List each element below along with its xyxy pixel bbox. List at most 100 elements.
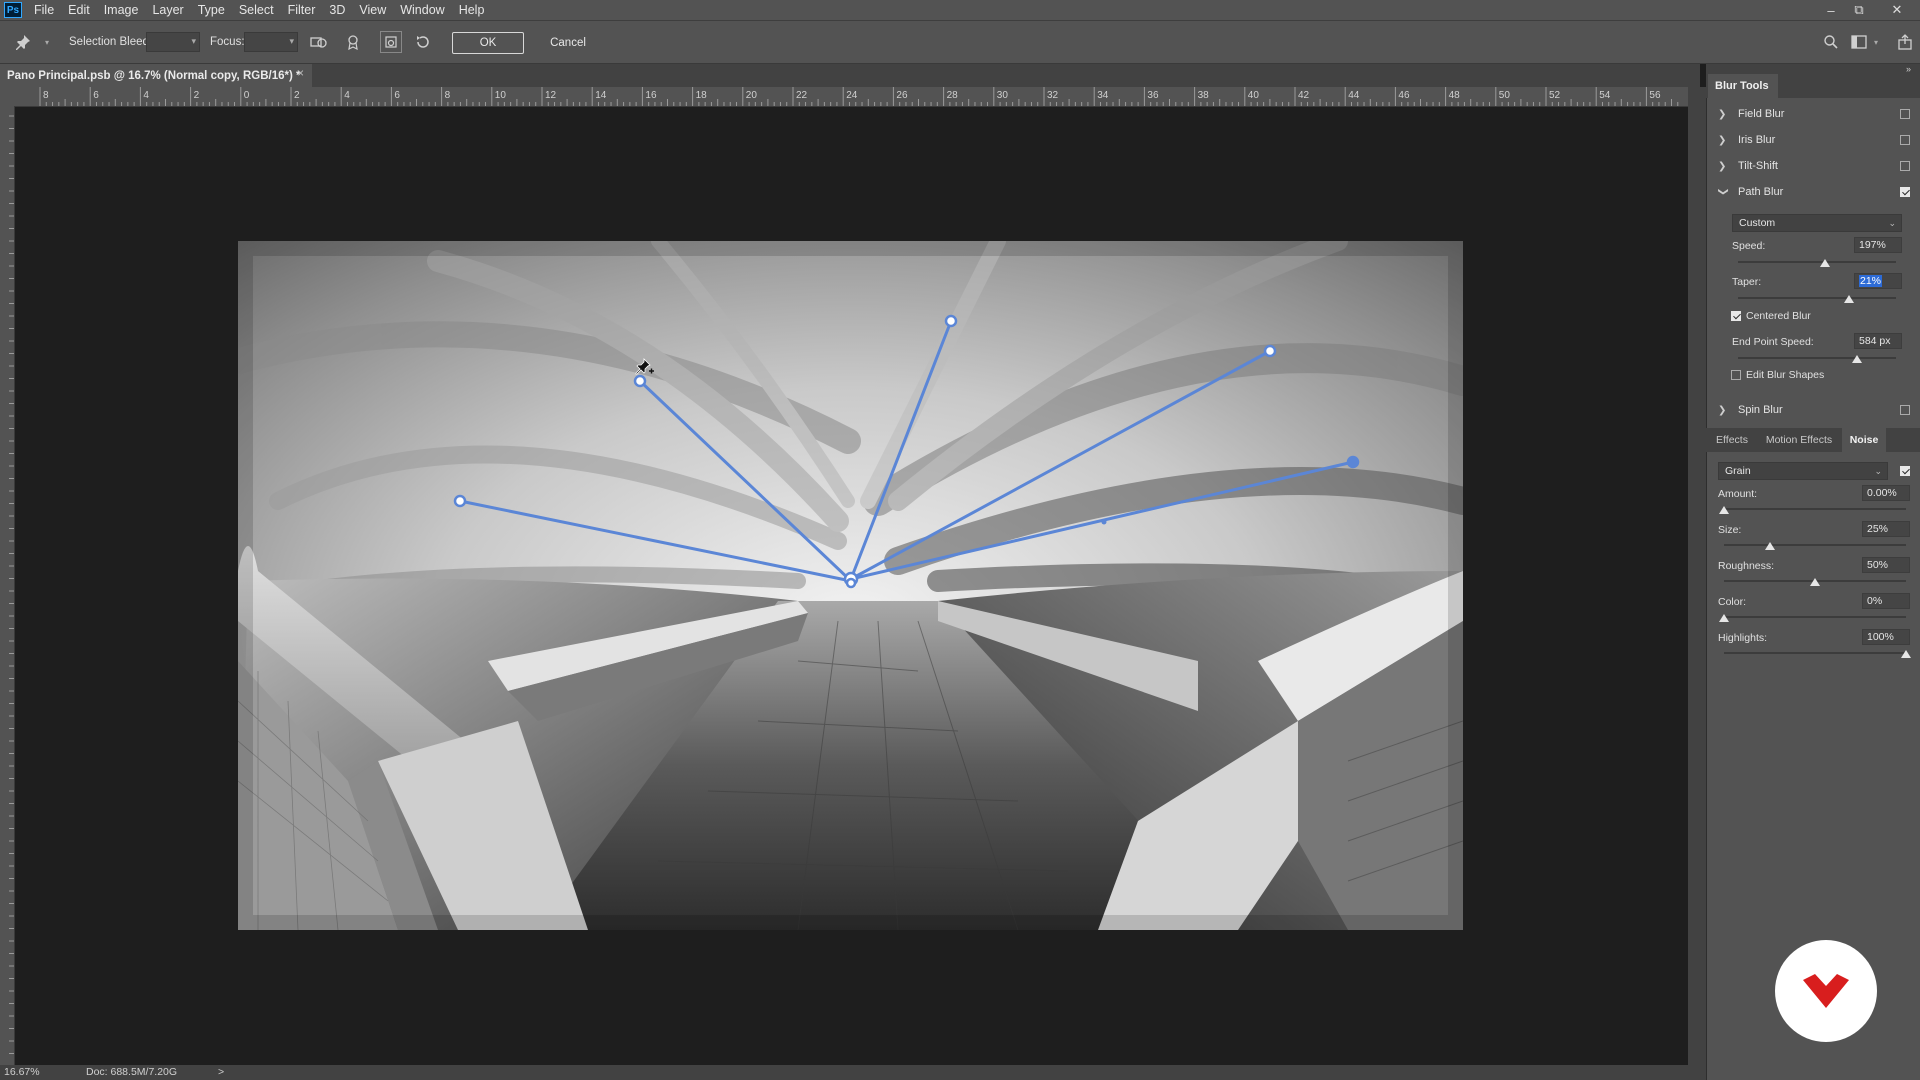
path-endpoint[interactable]: [944, 314, 958, 328]
focus-field[interactable]: ▾: [244, 32, 298, 52]
path-endpoint[interactable]: [453, 494, 467, 508]
menu-select[interactable]: Select: [239, 3, 274, 17]
field-blur-checkbox[interactable]: [1900, 109, 1910, 119]
high-quality-icon[interactable]: [342, 31, 364, 53]
noise-type-select[interactable]: Grain ⌄: [1718, 462, 1888, 480]
workspace-caret-icon[interactable]: ▾: [1870, 31, 1882, 53]
roughness-input[interactable]: 50%: [1862, 557, 1910, 573]
path-blur-checkbox[interactable]: [1900, 187, 1910, 197]
menu-view[interactable]: View: [359, 3, 386, 17]
workspace-icon[interactable]: [1848, 31, 1870, 53]
pin-icon[interactable]: [12, 31, 34, 53]
size-input[interactable]: 25%: [1862, 521, 1910, 537]
section-tilt-shift[interactable]: ❯ Tilt-Shift: [1718, 154, 1914, 178]
search-icon[interactable]: [1820, 31, 1842, 53]
taper-input[interactable]: 21%: [1854, 273, 1902, 289]
color-slider-track[interactable]: [1724, 616, 1906, 618]
amount-input[interactable]: 0.00%: [1862, 485, 1910, 501]
color-label: Color:: [1718, 596, 1747, 608]
tab-motion-effects[interactable]: Motion Effects: [1758, 428, 1840, 452]
ruler-tick-label: 4: [143, 90, 149, 101]
close-tab-icon[interactable]: ×: [297, 68, 304, 80]
ruler-tick-label: 2: [194, 90, 200, 101]
ruler-tick-label: 54: [1599, 90, 1611, 101]
ruler-corner: [0, 87, 14, 106]
cancel-button[interactable]: Cancel: [532, 32, 604, 54]
size-slider-track[interactable]: [1724, 544, 1906, 546]
panel-collapse-icon[interactable]: »: [1906, 64, 1911, 74]
horizontal-ruler[interactable]: 8 6 4 2 0 2 4 6 8 10 12 14 16 18 20 22 24 26 28 30 32 34 36 38 4…: [14, 87, 1688, 107]
menu-edit[interactable]: Edit: [68, 3, 90, 17]
ruler-tick-label: 26: [896, 90, 908, 101]
menu-bar: Ps File Edit Image Layer Type Select Fil…: [0, 0, 1920, 20]
highlights-slider-thumb[interactable]: [1901, 650, 1911, 658]
tab-noise[interactable]: Noise: [1842, 428, 1886, 452]
restore-icon[interactable]: ⧉: [1846, 0, 1872, 20]
highlights-input[interactable]: 100%: [1862, 629, 1910, 645]
path-endpoint-selected[interactable]: [1346, 455, 1360, 469]
tilt-shift-checkbox[interactable]: [1900, 161, 1910, 171]
path-center-point[interactable]: [845, 577, 857, 589]
amount-slider-track[interactable]: [1724, 508, 1906, 510]
end-point-speed-input[interactable]: 584 px: [1854, 333, 1902, 349]
edit-blur-shapes-checkbox[interactable]: [1731, 370, 1741, 380]
share-icon[interactable]: [1894, 31, 1916, 53]
reset-icon[interactable]: [412, 31, 434, 53]
chevron-down-icon: ⌄: [1888, 218, 1896, 228]
color-slider-thumb[interactable]: [1719, 614, 1729, 622]
end-point-speed-slider-thumb[interactable]: [1851, 355, 1862, 363]
status-menu-arrow[interactable]: >: [218, 1066, 224, 1078]
size-slider-thumb[interactable]: [1764, 542, 1775, 550]
color-input[interactable]: 0%: [1862, 593, 1910, 609]
path-endpoint[interactable]: [1263, 344, 1277, 358]
ruler-tick-label: 48: [1449, 90, 1461, 101]
centered-blur-checkbox[interactable]: [1731, 311, 1741, 321]
menu-filter[interactable]: Filter: [288, 3, 316, 17]
options-bar: ▾ Selection Bleed: ▾ Focus: ▾ OK Cancel …: [0, 20, 1920, 64]
roughness-slider-thumb[interactable]: [1810, 578, 1820, 586]
section-field-blur[interactable]: ❯ Field Blur: [1718, 102, 1914, 126]
section-path-blur[interactable]: ❯ Path Blur: [1718, 180, 1914, 204]
menu-type[interactable]: Type: [198, 3, 225, 17]
amount-slider-thumb[interactable]: [1719, 506, 1729, 514]
menu-help[interactable]: Help: [459, 3, 485, 17]
path-endpoint[interactable]: [633, 374, 647, 388]
panel-tab-blur-tools[interactable]: Blur Tools: [1708, 74, 1778, 98]
iris-blur-checkbox[interactable]: [1900, 135, 1910, 145]
document-tab[interactable]: Pano Principal.psb @ 16.7% (Normal copy,…: [0, 64, 312, 87]
speed-input[interactable]: 197%: [1854, 237, 1902, 253]
selection-bleed-field[interactable]: ▾: [146, 32, 200, 52]
end-point-speed-slider-track[interactable]: [1738, 357, 1896, 359]
spin-blur-checkbox[interactable]: [1900, 405, 1910, 415]
save-mask-icon[interactable]: [308, 31, 330, 53]
taper-slider-thumb[interactable]: [1843, 295, 1854, 303]
document-image[interactable]: [238, 241, 1463, 930]
ruler-tick-label: 24: [846, 90, 858, 101]
path-blur-preset-select[interactable]: Custom ⌄: [1732, 214, 1902, 232]
menu-layer[interactable]: Layer: [152, 3, 183, 17]
section-iris-blur-label: Iris Blur: [1738, 134, 1776, 146]
vertical-scrollbar[interactable]: [1688, 87, 1706, 1080]
tool-preset-caret-icon[interactable]: ▾: [36, 31, 58, 53]
path-blur-overlay[interactable]: [238, 241, 1463, 930]
menu-file[interactable]: File: [34, 3, 54, 17]
close-icon[interactable]: ✕: [1884, 0, 1910, 20]
highlights-slider-track[interactable]: [1724, 652, 1906, 654]
speed-slider-track[interactable]: [1738, 261, 1896, 263]
path-midpoint[interactable]: [1101, 519, 1107, 525]
menu-3d[interactable]: 3D: [329, 3, 345, 17]
section-iris-blur[interactable]: ❯ Iris Blur: [1718, 128, 1914, 152]
menu-window[interactable]: Window: [400, 3, 444, 17]
ok-button[interactable]: OK: [452, 32, 524, 54]
vertical-ruler[interactable]: [0, 106, 15, 1066]
menu-image[interactable]: Image: [104, 3, 139, 17]
tab-effects[interactable]: Effects: [1708, 428, 1756, 452]
noise-enabled-checkbox[interactable]: [1900, 466, 1910, 476]
speed-slider-thumb[interactable]: [1819, 259, 1830, 267]
section-spin-blur-label: Spin Blur: [1738, 404, 1783, 416]
taper-slider-track[interactable]: [1738, 297, 1896, 299]
section-spin-blur[interactable]: ❯ Spin Blur: [1718, 398, 1914, 422]
minimize-icon[interactable]: –: [1818, 0, 1844, 20]
zoom-level[interactable]: 16.67%: [4, 1066, 40, 1078]
remove-pins-icon[interactable]: [380, 31, 402, 53]
